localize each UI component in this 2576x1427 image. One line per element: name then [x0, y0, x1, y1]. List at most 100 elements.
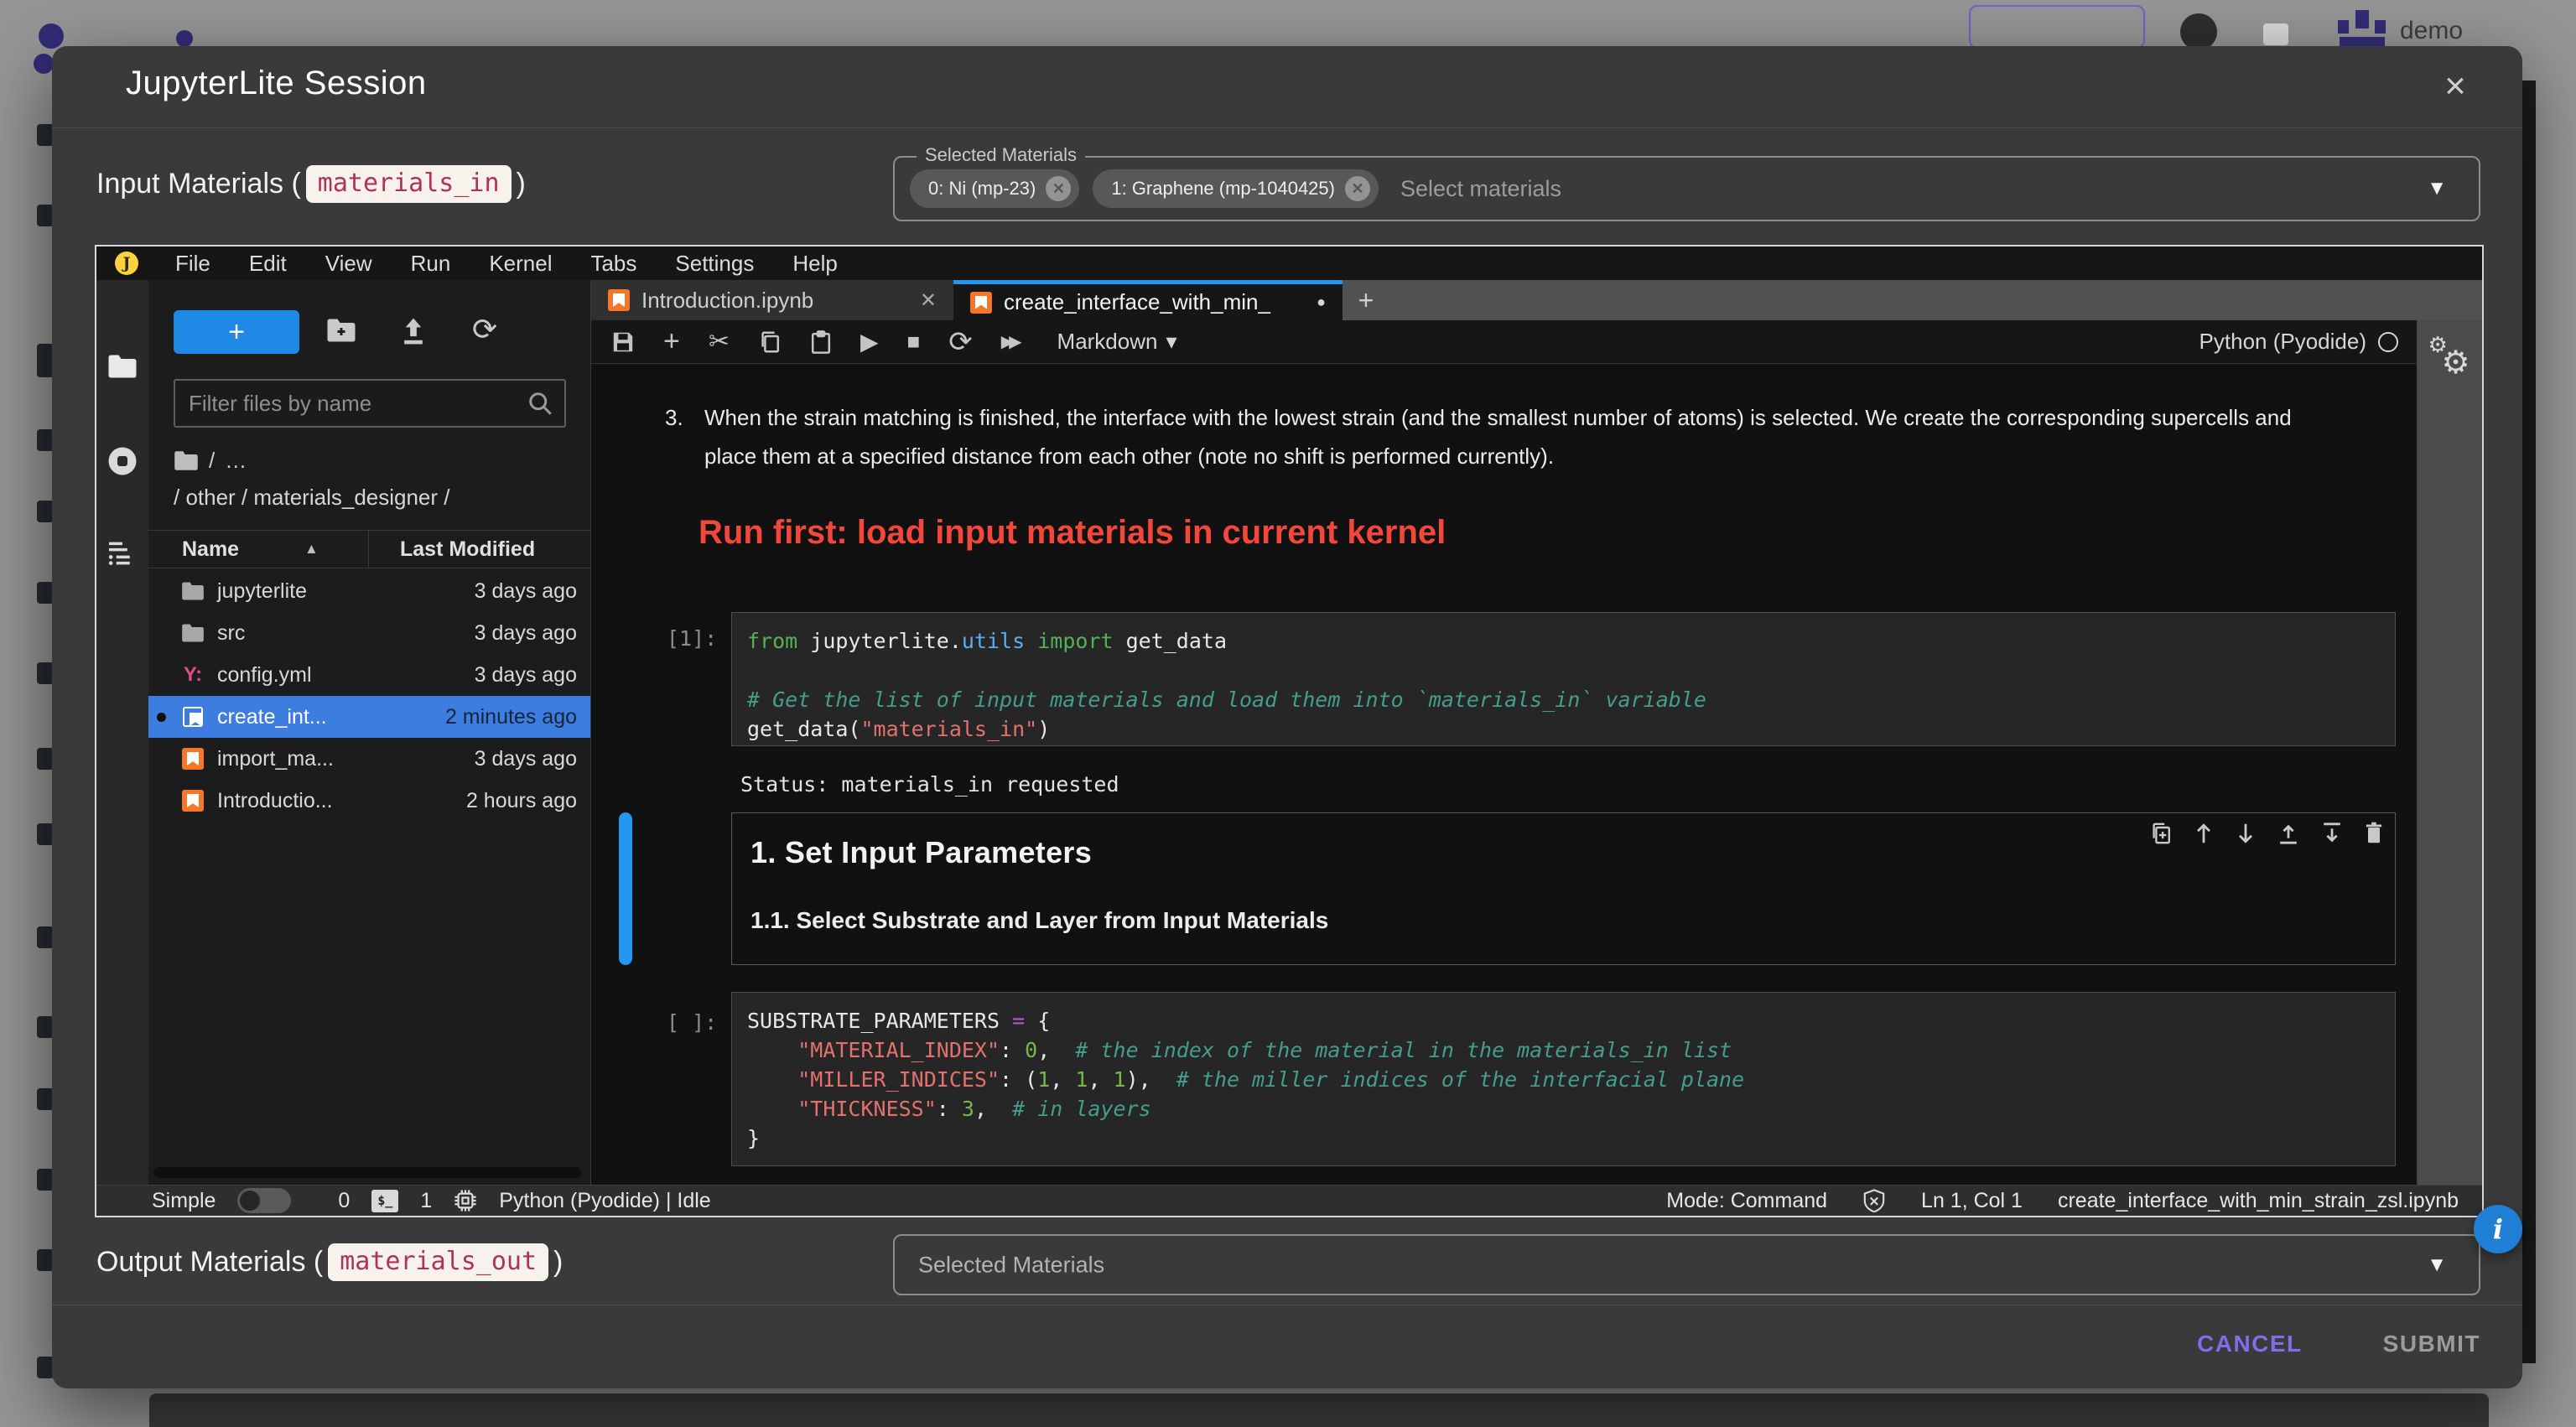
bg-outlined-button: [1969, 5, 2145, 49]
menu-kernel[interactable]: Kernel: [489, 251, 552, 277]
info-button[interactable]: i: [2474, 1205, 2522, 1253]
table-of-contents-icon[interactable]: [107, 540, 138, 567]
file-row-introduction[interactable]: Introductio... 2 hours ago: [148, 780, 590, 822]
property-inspector-icon[interactable]: ⚙ ⚙: [2428, 335, 2472, 379]
select-materials-placeholder[interactable]: Select materials: [1400, 176, 1561, 202]
filter-files-input[interactable]: Filter files by name: [174, 379, 566, 428]
insert-cell-above-icon[interactable]: [2277, 822, 2299, 845]
upload-icon[interactable]: [400, 317, 427, 345]
output-materials-select[interactable]: Selected Materials ▼: [893, 1234, 2480, 1295]
notebook-toolbar: + ✂ ▶ ■ ⟳ ▶▶ Markdown ▾ Python (Pyodide): [591, 320, 2417, 364]
horizontal-scrollbar[interactable]: [153, 1167, 581, 1178]
file-row-create-interface-selected[interactable]: create_int... 2 minutes ago: [148, 696, 590, 738]
file-row-jupyterlite[interactable]: jupyterlite 3 days ago: [148, 570, 590, 612]
code-cell-1[interactable]: from jupyterlite.utils import get_data #…: [731, 612, 2396, 746]
new-tab-button[interactable]: +: [1343, 280, 1389, 320]
bg-sidebar-icon: [37, 662, 54, 684]
file-name: create_int...: [217, 705, 445, 729]
tab-introduction[interactable]: Introduction.ipynb ✕: [591, 280, 953, 320]
menu-view[interactable]: View: [325, 251, 372, 277]
simple-mode-label: Simple: [152, 1189, 216, 1213]
menu-file[interactable]: File: [175, 251, 210, 277]
column-name[interactable]: Name: [182, 537, 239, 562]
chevron-down-icon[interactable]: ▼: [2427, 177, 2447, 200]
restart-kernel-icon[interactable]: ⟳: [948, 325, 973, 359]
bg-sidebar-icon: [37, 582, 54, 604]
chip-remove-icon[interactable]: ✕: [1345, 176, 1370, 201]
run-cell-icon[interactable]: ▶: [860, 328, 879, 355]
bg-footer-bar: [149, 1393, 2489, 1427]
insert-cell-below-icon[interactable]: [2321, 822, 2343, 845]
selected-cell-bar: [619, 812, 632, 965]
file-browser-panel: + ⟳ Filter files by name / …: [148, 280, 591, 1185]
new-folder-icon[interactable]: [326, 317, 356, 344]
file-row-src[interactable]: src 3 days ago: [148, 612, 590, 654]
close-icon[interactable]: ×: [2430, 61, 2480, 112]
bg-app-logo: [39, 23, 64, 49]
input-materials-label: Input Materials (materials_in): [96, 165, 526, 203]
breadcrumb-root[interactable]: /: [209, 448, 215, 474]
list-number: 3.: [665, 398, 683, 437]
file-name: import_ma...: [217, 747, 475, 771]
material-chip-1[interactable]: 1: Graphene (mp-1040425) ✕: [1093, 169, 1379, 208]
bg-sidebar-icon: [37, 823, 54, 845]
notification-shield-icon[interactable]: [1862, 1189, 1886, 1212]
duplicate-cell-icon[interactable]: [2150, 822, 2172, 845]
breadcrumb[interactable]: / …: [174, 448, 247, 474]
selected-materials-field[interactable]: Selected Materials 0: Ni (mp-23) ✕ 1: Gr…: [893, 156, 2480, 221]
terminal-icon[interactable]: $_: [371, 1190, 398, 1212]
cursor-position[interactable]: Ln 1, Col 1: [1921, 1189, 2023, 1213]
copy-cells-icon[interactable]: [758, 330, 782, 354]
simple-mode-toggle[interactable]: [237, 1188, 291, 1213]
submit-button[interactable]: SUBMIT: [2383, 1331, 2480, 1357]
command-mode-text[interactable]: Mode: Command: [1666, 1189, 1827, 1213]
running-kernels-icon[interactable]: [107, 446, 138, 476]
interrupt-kernel-icon[interactable]: ■: [907, 329, 921, 355]
breadcrumb-path[interactable]: / other / materials_designer /: [174, 485, 450, 511]
chevron-down-icon: ▾: [1166, 329, 1176, 355]
move-cell-down-icon[interactable]: [2236, 822, 2256, 845]
kernel-status-text[interactable]: Python (Pyodide) | Idle: [499, 1189, 710, 1213]
new-launcher-button[interactable]: +: [174, 310, 299, 354]
notebook-content[interactable]: 3. When the strain matching is finished,…: [591, 365, 2417, 1185]
column-last-modified[interactable]: Last Modified: [400, 537, 535, 562]
menu-run[interactable]: Run: [411, 251, 451, 277]
add-cell-icon[interactable]: +: [663, 325, 680, 358]
paste-cells-icon[interactable]: [810, 330, 832, 354]
tab-create-interface[interactable]: create_interface_with_min_ ●: [953, 280, 1343, 320]
list-text: When the strain matching is finished, th…: [704, 398, 2338, 475]
restart-run-all-icon[interactable]: ▶▶: [1001, 331, 1024, 352]
menu-tabs[interactable]: Tabs: [590, 251, 636, 277]
cell-type-select[interactable]: Markdown ▾: [1057, 329, 1177, 355]
menu-settings[interactable]: Settings: [675, 251, 754, 277]
chip-remove-icon[interactable]: ✕: [1046, 176, 1071, 201]
tab-close-icon[interactable]: ✕: [920, 288, 937, 313]
bg-sidebar-icon: [37, 1357, 54, 1378]
markdown-cell-selected[interactable]: 1. Set Input Parameters 1.1. Select Subs…: [731, 812, 2396, 965]
material-chip-0[interactable]: 0: Ni (mp-23) ✕: [910, 169, 1079, 208]
file-row-import-materials[interactable]: import_ma... 3 days ago: [148, 738, 590, 780]
kernel-indicator[interactable]: Python (Pyodide): [2199, 329, 2398, 355]
delete-cell-icon[interactable]: [2365, 822, 2383, 845]
menu-help[interactable]: Help: [792, 251, 837, 277]
file-row-config-yml[interactable]: Y: config.yml 3 days ago: [148, 654, 590, 696]
home-folder-icon: [174, 450, 199, 471]
bg-sidebar-icon: [37, 1016, 54, 1038]
bg-sidebar-icon: [37, 124, 54, 146]
jupyter-statusbar: Simple 0 $_ 1 Python (Pyodide) | Idle Mo…: [96, 1185, 2482, 1216]
move-cell-up-icon[interactable]: [2194, 822, 2214, 845]
file-browser-icon[interactable]: [107, 354, 138, 379]
refresh-icon[interactable]: ⟳: [472, 312, 497, 347]
code-cell-2[interactable]: SUBSTRATE_PARAMETERS = { "MATERIAL_INDEX…: [731, 992, 2396, 1166]
cut-cells-icon[interactable]: ✂: [709, 327, 730, 356]
unsaved-changes-dot[interactable]: ●: [1317, 293, 1326, 311]
save-icon[interactable]: [611, 330, 635, 354]
breadcrumb-ellipsis[interactable]: …: [225, 448, 247, 474]
cancel-button[interactable]: CANCEL: [2197, 1331, 2303, 1357]
kernel-chip-icon[interactable]: [454, 1189, 477, 1212]
file-list-header[interactable]: Name ▲ Last Modified: [148, 530, 590, 568]
menu-edit[interactable]: Edit: [249, 251, 287, 277]
bg-user-label: demo: [2400, 17, 2463, 45]
filter-placeholder: Filter files by name: [189, 391, 527, 417]
material-chip-label: 1: Graphene (mp-1040425): [1111, 178, 1335, 200]
